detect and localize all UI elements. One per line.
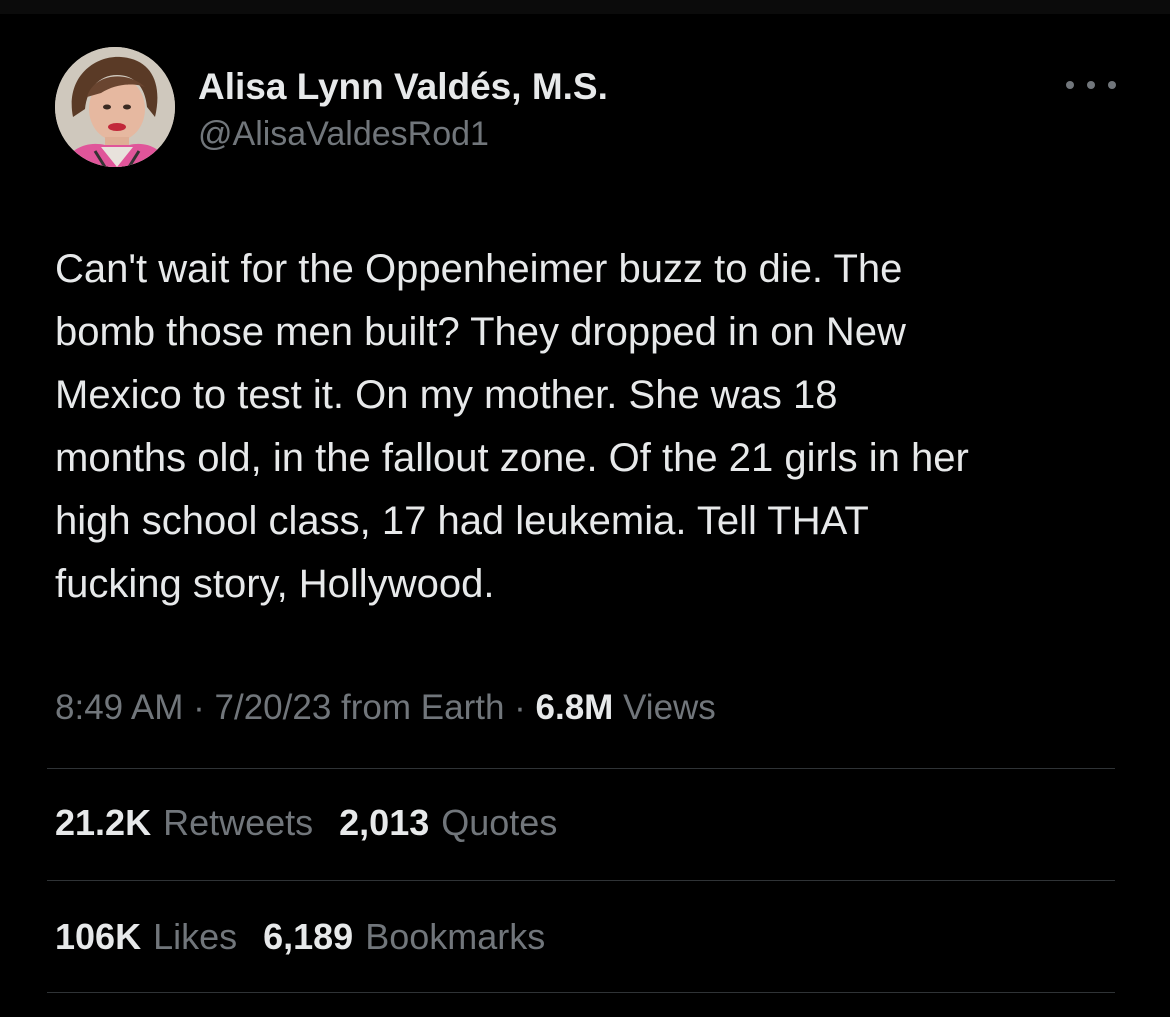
likes-label: Likes <box>153 916 238 957</box>
retweets-stat[interactable]: 21.2K Retweets <box>55 802 313 844</box>
author-handle[interactable]: @AlisaValdesRod1 <box>198 115 489 154</box>
tweet-time[interactable]: 8:49 AM <box>55 688 183 727</box>
quotes-label: Quotes <box>441 802 558 843</box>
meta-separator: · <box>504 688 536 727</box>
bookmarks-stat[interactable]: 6,189 Bookmarks <box>263 916 545 958</box>
avatar[interactable] <box>55 47 175 167</box>
more-horizontal-icon-dot <box>1108 81 1116 89</box>
engagement-row-shares: 21.2K Retweets 2,013 Quotes <box>55 802 557 844</box>
more-horizontal-icon <box>1066 81 1074 89</box>
retweets-count: 21.2K <box>55 802 152 843</box>
meta-separator: · <box>183 688 215 727</box>
tweet-meta: 8:49 AM · 7/20/23 from Earth · 6.8M View… <box>55 688 716 728</box>
top-edge-strip <box>0 0 1170 14</box>
engagement-row-likes: 106K Likes 6,189 Bookmarks <box>55 916 545 958</box>
divider <box>47 880 1115 881</box>
tweet-date-source[interactable]: 7/20/23 from Earth <box>215 688 505 727</box>
more-horizontal-icon-dot <box>1087 81 1095 89</box>
author-display-name[interactable]: Alisa Lynn Valdés, M.S. <box>198 66 608 108</box>
likes-count: 106K <box>55 916 142 957</box>
avatar-image <box>55 47 175 167</box>
bookmarks-label: Bookmarks <box>365 916 546 957</box>
retweets-label: Retweets <box>163 802 314 843</box>
views-count: 6.8M <box>535 688 614 727</box>
tweet-text: Can't wait for the Oppenheimer buzz to d… <box>55 247 969 606</box>
bookmarks-count: 6,189 <box>263 916 354 957</box>
divider <box>47 992 1115 993</box>
likes-stat[interactable]: 106K Likes <box>55 916 237 958</box>
more-options-button[interactable] <box>1066 70 1116 100</box>
quotes-count: 2,013 <box>339 802 430 843</box>
divider <box>47 768 1115 769</box>
views-label: Views <box>623 688 716 727</box>
quotes-stat[interactable]: 2,013 Quotes <box>339 802 557 844</box>
